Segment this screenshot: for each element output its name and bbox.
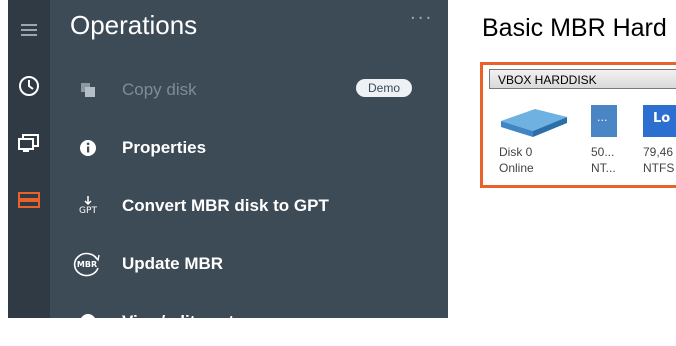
- gpt-icon-text: GPT: [79, 206, 97, 216]
- partition-label: Lo: [653, 111, 671, 126]
- operation-label: Update MBR: [122, 254, 224, 273]
- copy-icon: [76, 78, 100, 102]
- mbr-icon: MBR: [72, 252, 102, 277]
- operation-view-edit-sectors[interactable]: View/edit sectors: [50, 298, 448, 346]
- partition-block[interactable]: Lo: [643, 105, 676, 137]
- mbr-icon-text: MBR: [76, 259, 98, 269]
- partition-block[interactable]: ...: [591, 105, 617, 137]
- partition-size: 50...: [591, 145, 615, 159]
- app-window: Operations ··· Copy disk Demo Properties…: [8, 0, 676, 331]
- panel-title: Operations: [70, 10, 198, 40]
- gpt-convert-icon: GPT: [76, 194, 100, 218]
- operation-label: Copy disk: [122, 80, 197, 99]
- nav-rail: [8, 0, 50, 318]
- menu-icon[interactable]: [8, 10, 50, 50]
- hard-disk-icon: [499, 105, 569, 139]
- monitor-icon[interactable]: [8, 124, 50, 164]
- disk-name: Disk 0: [499, 145, 533, 159]
- disk-model: VBOX HARDDISK: [489, 69, 676, 89]
- operation-copy-disk[interactable]: Copy disk Demo: [50, 66, 448, 114]
- partition-label: ...: [597, 111, 608, 124]
- disk-stack-icon[interactable]: [8, 180, 50, 220]
- operation-update-mbr[interactable]: MBR Update MBR: [50, 240, 448, 288]
- operations-panel: Operations ··· Copy disk Demo Properties…: [50, 0, 448, 331]
- clock-icon[interactable]: [8, 66, 50, 106]
- operation-properties[interactable]: Properties: [50, 124, 448, 172]
- operation-convert-mbr-gpt[interactable]: GPT Convert MBR disk to GPT: [50, 182, 448, 230]
- disk-card[interactable]: VBOX HARDDISK ... Lo Disk 0 Online 50...…: [480, 62, 676, 188]
- partition-fs: NTFS: [643, 161, 675, 175]
- disk-status: Online: [499, 161, 534, 175]
- partition-fs: NT...: [591, 161, 616, 175]
- sectors-icon: [76, 310, 100, 334]
- operation-label: View/edit sectors: [122, 312, 261, 331]
- operation-label: Properties: [122, 138, 207, 157]
- demo-badge: Demo: [356, 79, 413, 97]
- partition-size: 79,46: [643, 145, 674, 159]
- operation-label: Convert MBR disk to GPT: [122, 196, 329, 215]
- info-icon: [76, 136, 100, 160]
- page-title: Basic MBR Hard: [482, 14, 667, 42]
- more-options-button[interactable]: ···: [410, 8, 433, 29]
